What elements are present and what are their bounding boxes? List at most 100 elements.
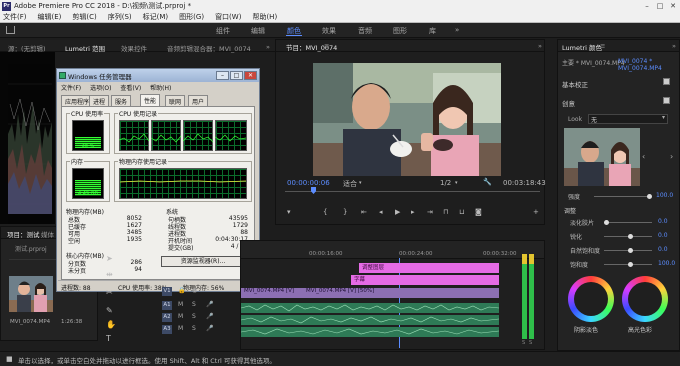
tm-tab-processes[interactable]: 进程: [89, 95, 110, 106]
workspace-tab-libraries[interactable]: 库: [429, 26, 436, 36]
razor-tool-icon[interactable]: ✂: [106, 288, 113, 297]
go-to-in-icon[interactable]: ⇤: [361, 208, 367, 216]
workspace-more-button[interactable]: »: [455, 26, 459, 34]
workspace-tab-assembly[interactable]: 组件: [216, 26, 230, 36]
look-chevron-down-icon[interactable]: ▾: [662, 114, 665, 121]
slider-knob-1[interactable]: [604, 220, 609, 225]
track-target-v1[interactable]: V1: [162, 287, 172, 296]
tab-audio-clip-mixer[interactable]: 音频剪辑混合器：MVI_0074: [167, 43, 251, 53]
selection-tool-icon[interactable]: ➤: [106, 254, 113, 263]
slider-value-2[interactable]: 0.0: [658, 232, 668, 239]
scrub-track[interactable]: [285, 191, 540, 192]
menu-edit[interactable]: 编辑(E): [38, 12, 62, 22]
tm-maximize-button[interactable]: □: [230, 71, 243, 80]
step-forward-icon[interactable]: ▸: [411, 208, 415, 216]
lock-icon[interactable]: 🔒: [178, 287, 185, 294]
basic-correction-checkbox[interactable]: [663, 78, 670, 85]
timeline-ruler[interactable]: 00:00:16:00 00:00:24:00 00:00:32:00: [241, 241, 544, 259]
slider-knob-4[interactable]: [628, 262, 633, 267]
solo-icon[interactable]: S: [192, 313, 196, 320]
menu-clip[interactable]: 剪辑(C): [72, 12, 96, 22]
tab-media[interactable]: 媒体: [41, 229, 54, 239]
menu-graphics[interactable]: 图形(G): [179, 12, 204, 22]
settings-wrench-icon[interactable]: 🔧: [483, 178, 492, 186]
home-icon[interactable]: [6, 26, 15, 34]
clip-video-v2[interactable]: MVI_0074.MP4 [V] [50%]: [303, 288, 499, 298]
mic-icon[interactable]: 🎤: [206, 301, 213, 308]
close-button[interactable]: ✕: [668, 1, 678, 11]
tm-tab-networking[interactable]: 联网: [165, 95, 186, 106]
mark-out-icon[interactable]: }: [343, 208, 347, 216]
clip-title[interactable]: 字幕: [351, 275, 499, 285]
add-button-icon[interactable]: +: [533, 208, 539, 216]
intensity-slider-knob[interactable]: [647, 194, 652, 199]
resolution-dropdown[interactable]: 1/2: [440, 179, 451, 187]
menu-window[interactable]: 窗口(W): [215, 12, 241, 22]
mic-icon[interactable]: 🎤: [206, 325, 213, 332]
tab-program[interactable]: 节目：MVI_0074: [286, 42, 337, 52]
program-current-timecode[interactable]: 00:00:00:06: [287, 179, 330, 187]
slider-value-1[interactable]: 0.0: [658, 218, 668, 225]
workspace-tab-graphics[interactable]: 图形: [393, 26, 407, 36]
tab-effect-controls[interactable]: 效果控件: [121, 43, 147, 53]
step-back-icon[interactable]: ◂: [379, 208, 383, 216]
menu-sequence[interactable]: 序列(S): [108, 12, 132, 22]
ripple-edit-tool-icon[interactable]: ⇹: [106, 270, 113, 279]
menu-help[interactable]: 帮助(H): [252, 12, 277, 22]
intensity-value[interactable]: 100.0: [656, 192, 673, 199]
export-frame-icon[interactable]: ◙: [475, 208, 482, 216]
slider-value-3[interactable]: 0.0: [658, 246, 668, 253]
track-target-a2[interactable]: A2: [162, 313, 172, 322]
go-to-out-icon[interactable]: ⇥: [427, 208, 433, 216]
mic-icon[interactable]: 🎤: [206, 313, 213, 320]
shadow-tint-wheel[interactable]: [568, 276, 614, 322]
tab-lumetri-color[interactable]: Lumetri 颜色: [562, 42, 602, 52]
mute-icon[interactable]: M: [178, 301, 183, 308]
slider-value-4[interactable]: 100.0: [658, 260, 675, 267]
tm-menu-file[interactable]: 文件(F): [61, 85, 81, 92]
hand-tool-icon[interactable]: ✋: [106, 320, 116, 329]
tm-tab-users[interactable]: 用户: [188, 95, 209, 106]
clip-adjustment-layer[interactable]: 调整图层: [359, 263, 499, 273]
program-menu-icon[interactable]: ≡: [324, 42, 329, 50]
look-dropdown[interactable]: 无: [588, 114, 668, 124]
faded-film-slider[interactable]: [604, 220, 652, 225]
section-basic-correction[interactable]: 基本校正: [562, 79, 588, 89]
type-tool-icon[interactable]: T: [106, 334, 111, 343]
tab-lumetri-scopes[interactable]: Lumetri 范围: [65, 43, 105, 53]
pen-tool-icon[interactable]: ✎: [106, 306, 113, 315]
lift-icon[interactable]: ⊓: [443, 208, 448, 216]
minimize-button[interactable]: –: [642, 1, 652, 11]
tm-minimize-button[interactable]: –: [216, 71, 229, 80]
playhead-marker-icon[interactable]: [311, 187, 316, 194]
mute-icon[interactable]: M: [178, 313, 183, 320]
adjust-section-heading[interactable]: 调整: [564, 206, 576, 215]
solo-s-label[interactable]: S: [522, 340, 525, 346]
track-target-a3[interactable]: A3: [162, 325, 172, 334]
vibrance-slider[interactable]: [604, 248, 652, 253]
extract-icon[interactable]: ⊔: [459, 208, 464, 216]
lumetri-panel-more[interactable]: »: [672, 42, 676, 50]
slider-knob-2[interactable]: [628, 234, 633, 239]
tab-project[interactable]: 项目：测试: [7, 229, 40, 239]
mute-icon[interactable]: M: [178, 325, 183, 332]
left-panel-more[interactable]: »: [266, 43, 270, 51]
clip-video-v1[interactable]: MVI_0074.MP4 [V]: [241, 288, 303, 298]
workspace-tab-audio[interactable]: 音频: [358, 26, 372, 36]
look-next-icon[interactable]: ›: [670, 152, 673, 161]
lumetri-sequence-clip[interactable]: MVI_0074 * MVI_0074.MP4: [618, 58, 679, 72]
slider-knob-3[interactable]: [628, 248, 633, 253]
project-clip-thumbnail[interactable]: [9, 276, 53, 312]
menu-marker[interactable]: 标记(M): [143, 12, 169, 22]
tm-tab-services[interactable]: 服务: [111, 95, 132, 106]
intensity-slider[interactable]: [594, 194, 652, 199]
highlight-tint-wheel[interactable]: [622, 276, 668, 322]
add-marker-icon[interactable]: ▾: [287, 208, 291, 216]
workspace-tab-effects[interactable]: 效果: [322, 26, 336, 36]
maximize-button[interactable]: □: [655, 1, 665, 11]
tm-menu-view[interactable]: 查看(V): [120, 85, 141, 92]
track-target-a1[interactable]: A1: [162, 301, 172, 310]
lumetri-menu-icon[interactable]: ≡: [600, 42, 605, 50]
play-icon[interactable]: ▶: [395, 208, 400, 216]
saturation-slider[interactable]: [604, 262, 652, 267]
